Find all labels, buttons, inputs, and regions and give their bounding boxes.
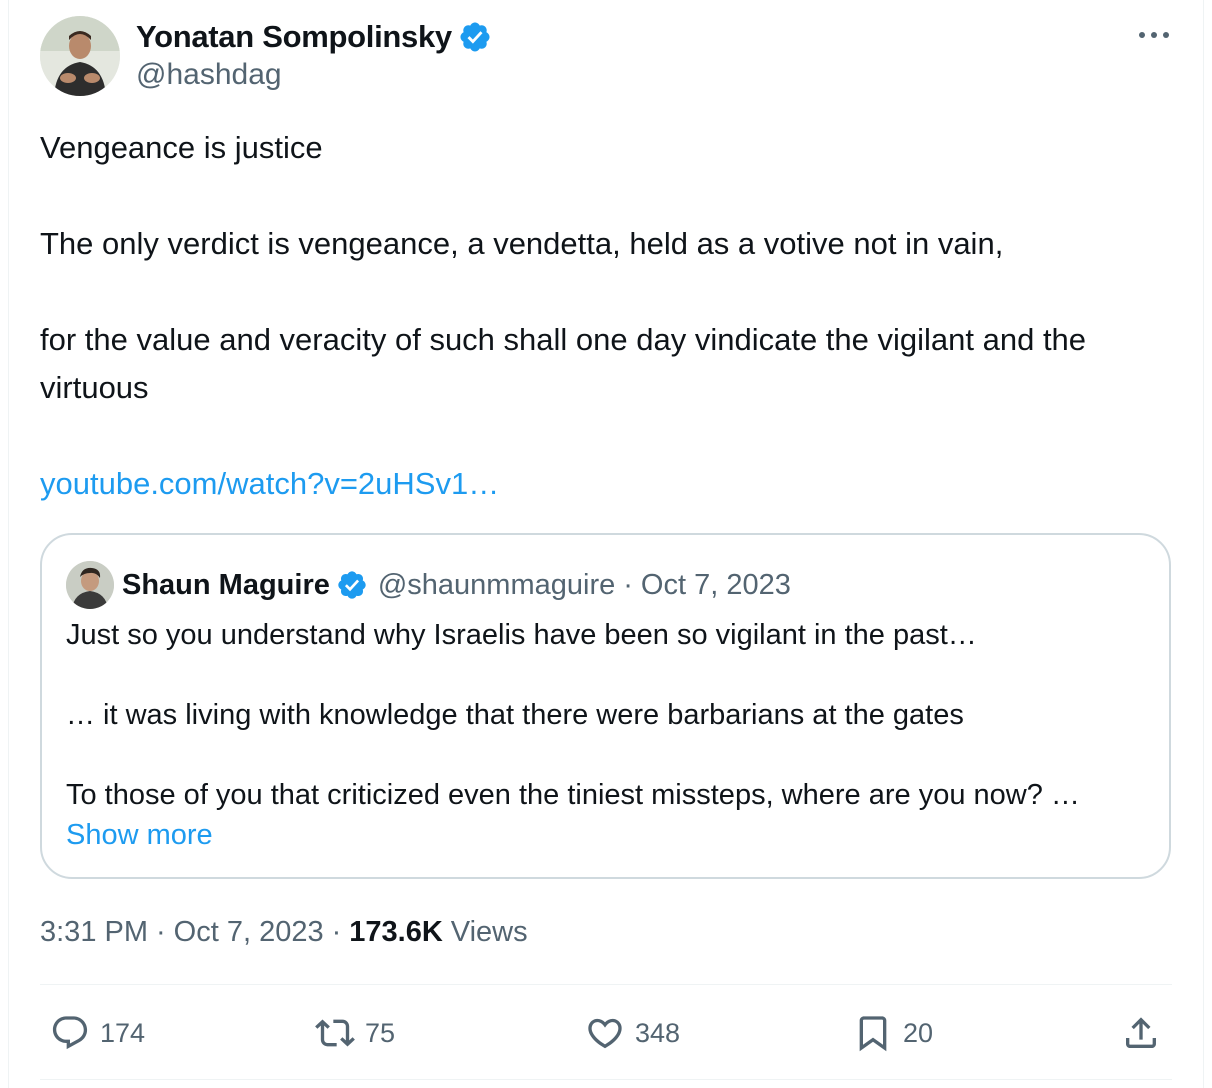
tweet-line: Vengeance is justice: [40, 130, 323, 165]
quoted-author-avatar[interactable]: [66, 561, 114, 609]
quoted-line: … it was living with knowledge that ther…: [66, 699, 964, 731]
like-icon: [588, 1018, 622, 1049]
tweet-text: Vengeance is justice The only verdict is…: [40, 124, 1180, 508]
bookmark-count: 20: [903, 1017, 934, 1048]
share-icon: [1126, 1017, 1156, 1048]
reply-button[interactable]: 174: [50, 1008, 145, 1058]
quoted-author-name[interactable]: Shaun Maguire: [122, 569, 330, 602]
tweet-time[interactable]: 3:31 PM: [40, 916, 148, 949]
meta-separator: ·: [331, 915, 342, 948]
quoted-date[interactable]: Oct 7, 2023: [641, 569, 791, 602]
author-name-row[interactable]: Yonatan Sompolinsky: [136, 16, 492, 58]
tweet-date[interactable]: Oct 7, 2023: [174, 916, 324, 949]
quoted-header: Shaun Maguire @shaunmmaguire · Oct 7, 20…: [122, 561, 791, 609]
tweet-meta: 3:31 PM · Oct 7, 2023 · 173.6K Views: [40, 910, 528, 954]
views-label: Views: [450, 915, 528, 948]
like-count: 348: [635, 1017, 681, 1048]
tweet-line: for the value and veracity of such shall…: [40, 322, 1087, 405]
reply-icon: [52, 1016, 88, 1050]
show-more-link[interactable]: Show more: [66, 819, 213, 851]
author-avatar[interactable]: [40, 16, 120, 96]
author-handle[interactable]: @hashdag: [136, 58, 282, 92]
divider: [40, 1079, 1172, 1080]
quoted-tweet-card[interactable]: Shaun Maguire @shaunmmaguire · Oct 7, 20…: [40, 533, 1171, 879]
like-button[interactable]: 348: [585, 1008, 680, 1058]
tweet-link[interactable]: youtube.com/watch?v=2uHSv1…: [40, 466, 499, 501]
meta-separator: ·: [156, 915, 166, 948]
author-name[interactable]: Yonatan Sompolinsky: [136, 19, 452, 55]
quoted-separator: ·: [623, 568, 633, 601]
verified-badge-icon: [338, 571, 366, 599]
reply-count: 174: [100, 1017, 146, 1048]
quoted-line: Just so you understand why Israelis have…: [66, 619, 977, 651]
quoted-author-handle[interactable]: @shaunmmaguire: [378, 569, 615, 602]
repost-icon: [315, 1019, 355, 1047]
share-button[interactable]: [1121, 1008, 1171, 1058]
more-options-icon[interactable]: [1132, 20, 1176, 50]
quoted-line: To those of you that criticized even the…: [66, 779, 1080, 811]
bookmark-icon: [859, 1016, 887, 1052]
tweet-line: The only verdict is vengeance, a vendett…: [40, 226, 1004, 261]
views-count[interactable]: 173.6K: [349, 916, 443, 949]
divider: [40, 984, 1172, 985]
quoted-text: Just so you understand why Israelis have…: [66, 615, 1151, 855]
bookmark-button[interactable]: 20: [853, 1008, 933, 1058]
repost-button[interactable]: 75: [315, 1008, 395, 1058]
repost-count: 75: [365, 1017, 396, 1048]
verified-badge-icon: [460, 22, 490, 52]
